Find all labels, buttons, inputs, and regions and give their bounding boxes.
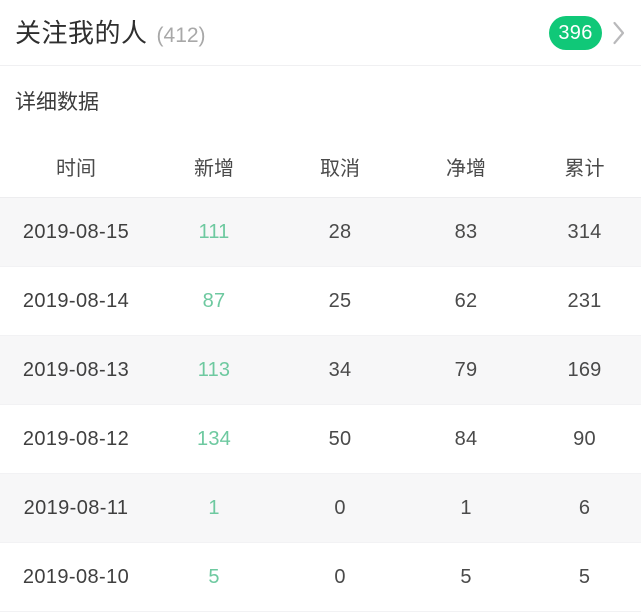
cell-cancel: 0 [276,542,404,612]
header-title-group: 关注我的人 (412) [15,20,549,46]
cell-cancel: 25 [276,266,404,336]
cell-total: 5 [528,542,641,612]
cell-cancel: 34 [276,335,404,405]
column-header-cancel: 取消 [276,135,404,198]
cell-date: 2019-08-13 [0,335,152,405]
cell-net: 84 [404,404,528,474]
cell-total: 6 [528,473,641,543]
cell-date: 2019-08-10 [0,542,152,612]
cell-added: 111 [152,197,276,267]
cell-added: 113 [152,335,276,405]
cell-total: 90 [528,404,641,474]
chevron-right-icon[interactable] [611,19,627,47]
cell-added: 134 [152,404,276,474]
cell-date: 2019-08-12 [0,404,152,474]
column-header-net: 净增 [404,135,528,198]
table-header-row: 时间 新增 取消 净增 累计 [0,135,641,198]
header-actions[interactable]: 396 [549,15,627,50]
cell-added: 5 [152,542,276,612]
cell-added: 87 [152,266,276,336]
table-row[interactable]: 2019-08-15 111 28 83 314 [0,197,641,267]
status-badge[interactable]: 396 [549,15,602,50]
cell-net: 83 [404,197,528,267]
follower-total-count: (412) [156,23,206,47]
cell-cancel: 28 [276,197,404,267]
cell-total: 231 [528,266,641,336]
column-header-added: 新增 [152,135,276,198]
cell-cancel: 0 [276,473,404,543]
cell-net: 5 [404,542,528,612]
cell-net: 79 [404,335,528,405]
table-row[interactable]: 2019-08-14 87 25 62 231 [0,266,641,336]
table-body: 2019-08-15 111 28 83 314 2019-08-14 87 2… [0,197,641,612]
table-row[interactable]: 2019-08-12 134 50 84 90 [0,404,641,474]
detail-data-table: 时间 新增 取消 净增 累计 2019-08-15 111 28 83 314 … [0,135,641,612]
table-row[interactable]: 2019-08-11 1 0 1 6 [0,473,641,543]
table-header: 时间 新增 取消 净增 累计 [0,135,641,198]
cell-net: 62 [404,266,528,336]
column-header-time: 时间 [0,135,152,198]
cell-added: 1 [152,473,276,543]
table-row[interactable]: 2019-08-10 5 0 5 5 [0,542,641,612]
cell-total: 314 [528,197,641,267]
cell-net: 1 [404,473,528,543]
cell-total: 169 [528,335,641,405]
cell-cancel: 50 [276,404,404,474]
table-row[interactable]: 2019-08-13 113 34 79 169 [0,335,641,405]
cell-date: 2019-08-15 [0,197,152,267]
column-header-total: 累计 [528,135,641,198]
cell-date: 2019-08-14 [0,266,152,336]
page-header[interactable]: 关注我的人 (412) 396 [0,0,641,66]
page-title: 关注我的人 [15,17,148,48]
cell-date: 2019-08-11 [0,473,152,543]
section-title: 详细数据 [0,66,641,135]
